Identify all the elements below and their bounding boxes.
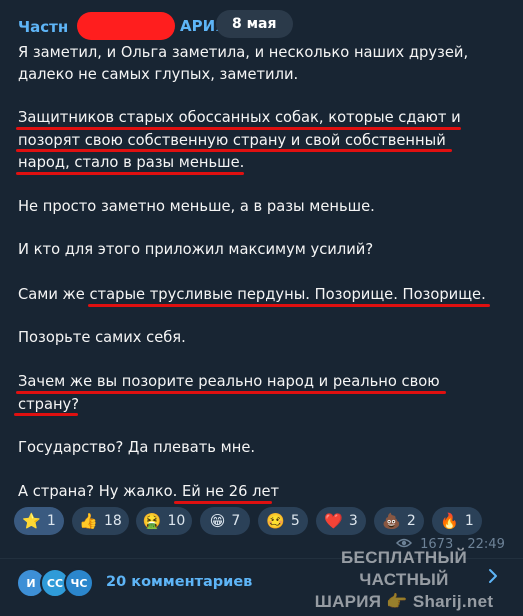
reaction-star[interactable]: ⭐ 1 bbox=[14, 507, 64, 535]
message-header: Частн bbox=[18, 17, 68, 37]
message-line: народ, стало в разы меньше. bbox=[18, 154, 245, 171]
date-badge: 8 мая bbox=[216, 10, 293, 38]
message-line: Защитников старых обоссанных собак, кото… bbox=[18, 109, 461, 126]
reaction-thumbs-up[interactable]: 👍 18 bbox=[72, 507, 129, 535]
reaction-count: 3 bbox=[348, 513, 358, 529]
message-bubble: Частн АРИЯ 8 мая Я заметил, и Ольга заме… bbox=[0, 0, 523, 616]
reaction-vomit[interactable]: 🤮 10 bbox=[136, 507, 192, 535]
reaction-count: 10 bbox=[167, 513, 186, 529]
message-line: И кто для этого приложил максимум усилий… bbox=[18, 241, 374, 258]
red-underline bbox=[16, 149, 452, 152]
watermark-line: ШАРИЯ 👉 Sharij.net bbox=[314, 592, 494, 611]
reaction-fire[interactable]: 🔥 1 bbox=[432, 507, 482, 535]
thumbs-up-icon: 👍 bbox=[79, 512, 98, 530]
heart-icon: ❤️ bbox=[324, 512, 343, 530]
watermark-line: БЕСПЛАТНЫЙ ЧАСТНЫЙ bbox=[341, 548, 467, 589]
channel-name[interactable]: Частн bbox=[18, 18, 68, 36]
star-icon: ⭐ bbox=[22, 512, 41, 530]
message-line: Сами же старые трусливые пердуны. Позори… bbox=[18, 286, 486, 303]
redaction-mark bbox=[77, 12, 175, 40]
watermark: БЕСПЛАТНЫЙ ЧАСТНЫЙ ШАРИЯ 👉 Sharij.net bbox=[294, 547, 514, 613]
red-underline bbox=[16, 172, 244, 175]
red-underline bbox=[16, 391, 446, 394]
chevron-right-icon[interactable] bbox=[488, 568, 498, 589]
reaction-count: 1 bbox=[46, 513, 56, 529]
grin-face-icon: 😁 bbox=[209, 512, 226, 530]
message-line: А страна? Ну жалко. Ей не 26 лет bbox=[18, 483, 280, 500]
reaction-heart[interactable]: ❤️ 3 bbox=[316, 507, 366, 535]
poop-icon: 💩 bbox=[382, 512, 401, 530]
red-underline bbox=[14, 413, 78, 416]
reaction-woozy[interactable]: 🥴 5 bbox=[258, 507, 308, 535]
avatar: ЧС bbox=[64, 568, 94, 598]
message-line: Я заметил, и Ольга заметила, и несколько… bbox=[18, 44, 469, 61]
reaction-grin[interactable]: 😁 7 bbox=[200, 507, 250, 535]
fire-icon: 🔥 bbox=[440, 512, 459, 530]
reaction-count: 1 bbox=[464, 513, 474, 529]
red-underline bbox=[16, 127, 461, 130]
reaction-count: 7 bbox=[231, 513, 241, 529]
message-line: Позорьте самих себя. bbox=[18, 329, 186, 346]
reaction-poop[interactable]: 💩 2 bbox=[374, 507, 424, 535]
message-line: Не просто заметно меньше, а в разы меньш… bbox=[18, 198, 375, 215]
red-underline bbox=[88, 304, 490, 307]
red-underline bbox=[174, 501, 272, 504]
vomit-face-icon: 🤮 bbox=[142, 512, 162, 530]
message-line: далеко не самых глупых, заметили. bbox=[18, 66, 299, 83]
reaction-count: 18 bbox=[103, 513, 122, 529]
reaction-count: 2 bbox=[406, 513, 416, 529]
comments-link[interactable]: 20 комментариев bbox=[106, 574, 252, 590]
reaction-count: 5 bbox=[290, 513, 300, 529]
message-line: Государство? Да плевать мне. bbox=[18, 439, 256, 456]
woozy-face-icon: 🥴 bbox=[266, 512, 285, 530]
message-line: Зачем же вы позорите реально народ и реа… bbox=[18, 373, 440, 390]
